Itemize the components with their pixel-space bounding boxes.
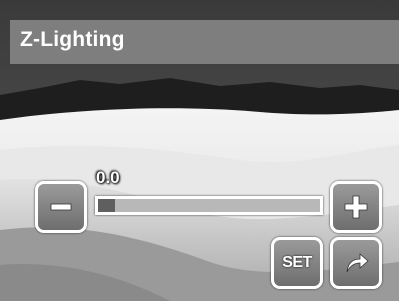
slider-value-label: 0.0 (96, 168, 120, 187)
decrease-button[interactable] (35, 181, 87, 233)
plus-icon (344, 195, 368, 219)
set-button-label: SET (282, 254, 312, 271)
title-bar: Z-Lighting (10, 20, 399, 64)
z-lighting-slider[interactable] (95, 196, 323, 215)
return-arrow-icon (346, 253, 369, 273)
return-button[interactable] (330, 237, 382, 289)
camera-screen: Z-Lighting 0.0 SET (0, 0, 399, 301)
minus-icon (50, 203, 72, 211)
screen-title: Z-Lighting (20, 28, 125, 51)
slider-level-fill (98, 199, 115, 212)
increase-button[interactable] (330, 181, 382, 233)
set-button[interactable]: SET (271, 237, 323, 289)
